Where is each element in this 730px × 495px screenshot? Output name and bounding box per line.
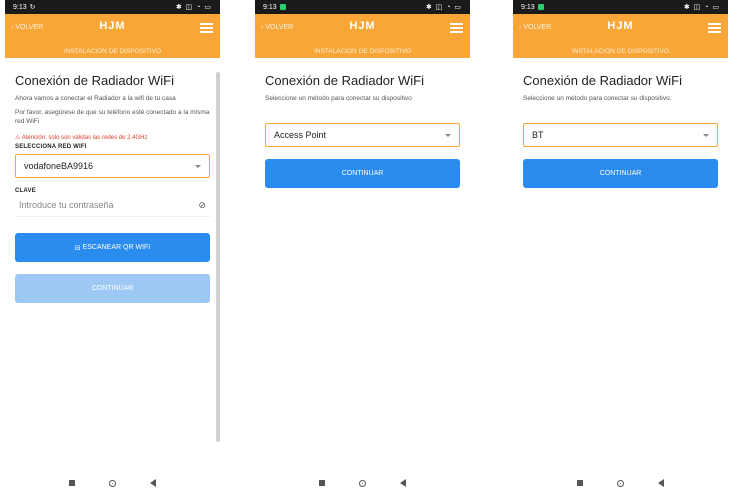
- phone-screen-2: 9:13 ✱ ◫ ◔ ▭ ‹ VOLVER HJM INSTALACIÓN DE …: [255, 0, 470, 495]
- phone-screen-3: 9:13 ✱ ◫ ◔ ▭ ‹ VOLVER HJM INSTALACIÓN DE …: [513, 0, 728, 495]
- status-icons: ✱ ◫ ◔ ▭: [175, 4, 212, 11]
- system-nav-bar: [5, 471, 220, 495]
- page-title: Conexión de Radiador WiFi: [265, 73, 424, 88]
- dropdown-caret-icon: [195, 164, 201, 168]
- menu-icon[interactable]: [200, 21, 213, 35]
- app-header: ‹ VOLVER HJM INSTALACIÓN DE DISPOSITIVO: [255, 14, 470, 58]
- page-title: Conexión de Radiador WiFi: [523, 73, 682, 88]
- status-icons: ✱ ◫ ◔ ▭: [425, 4, 462, 11]
- wifi-select-label: SELECCIONA RED WIFI: [15, 144, 87, 150]
- qr-scan-icon: ⊟: [74, 244, 83, 252]
- status-time: 9:13: [263, 3, 277, 11]
- notification-icon: [279, 4, 286, 10]
- warning-text: ⚠ Atención: solo son válidas las redes d…: [15, 135, 148, 141]
- status-icons-left: ↻: [29, 4, 36, 11]
- intro-text: Ahora vamos a conectar el Radiador a la …: [15, 95, 176, 102]
- continue-button[interactable]: CONTINUAR: [523, 159, 718, 188]
- logo: HJM: [607, 20, 634, 32]
- continue-button[interactable]: CONTINUAR: [265, 159, 460, 188]
- status-time: 9:13: [521, 3, 535, 11]
- continue-button[interactable]: CONTINUAR: [15, 274, 210, 303]
- status-bar: 9:13 ✱ ◫ ◔ ▭: [513, 0, 728, 14]
- same-network-text: Por favor, asegúrese de que su teléfono …: [15, 109, 210, 125]
- nav-recents-icon[interactable]: [319, 480, 325, 486]
- nav-recents-icon[interactable]: [577, 480, 583, 486]
- nav-home-icon[interactable]: [109, 479, 116, 487]
- menu-icon[interactable]: [708, 21, 721, 35]
- nav-home-icon[interactable]: [359, 479, 366, 487]
- scan-qr-wifi-button[interactable]: ⊟ ESCANEAR QR WIFI: [15, 233, 210, 262]
- connection-method-select[interactable]: BT: [523, 123, 718, 147]
- logo: HJM: [349, 20, 376, 32]
- connection-method-select[interactable]: Access Point: [265, 123, 460, 147]
- nav-recents-icon[interactable]: [69, 480, 75, 486]
- page-title: Conexión de Radiador WiFi: [15, 73, 174, 88]
- connection-method-value: BT: [532, 130, 544, 140]
- status-icons: ✱ ◫ ◔ ▭: [683, 4, 720, 11]
- wifi-network-value: vodafoneBA9916: [24, 161, 94, 171]
- system-nav-bar: [255, 471, 470, 495]
- section-subtitle: INSTALACIÓN DE DISPOSITIVO: [63, 48, 162, 55]
- dropdown-caret-icon: [445, 133, 451, 137]
- app-header: ‹ VOLVER HJM INSTALACIÓN DE DISPOSITIVO: [513, 14, 728, 58]
- status-time: 9:13: [13, 3, 27, 11]
- instruction-text: Seleccione un método para conectar su di…: [265, 95, 412, 102]
- wifi-network-select[interactable]: vodafoneBA9916: [15, 154, 210, 178]
- warning-icon: ⚠: [15, 135, 22, 141]
- connection-method-value: Access Point: [274, 130, 327, 140]
- nav-back-icon[interactable]: [150, 479, 156, 487]
- menu-icon[interactable]: [450, 21, 463, 35]
- section-subtitle: INSTALACIÓN DE DISPOSITIVO: [571, 48, 670, 55]
- status-bar: 9:13 ✱ ◫ ◔ ▭: [255, 0, 470, 14]
- scrollbar[interactable]: [216, 72, 220, 442]
- instruction-text: Seleccione un método para conectar su di…: [523, 95, 672, 102]
- nav-back-icon[interactable]: [658, 479, 664, 487]
- phone-screen-1: 9:13 ↻ ✱ ◫ ◔ ▭ ‹ VOLVER HJM INSTALACIÓN DE…: [5, 0, 220, 495]
- app-header: ‹ VOLVER HJM INSTALACIÓN DE DISPOSITIVO: [5, 14, 220, 58]
- nav-home-icon[interactable]: [617, 479, 624, 487]
- system-nav-bar: [513, 471, 728, 495]
- eye-off-icon[interactable]: ⊘: [198, 200, 206, 211]
- status-bar: 9:13 ↻ ✱ ◫ ◔ ▭: [5, 0, 220, 14]
- password-field[interactable]: Introduce tu contraseña ⊘: [15, 194, 210, 217]
- logo: HJM: [99, 20, 126, 32]
- notification-icon: [537, 4, 544, 10]
- nav-back-icon[interactable]: [400, 479, 406, 487]
- section-subtitle: INSTALACIÓN DE DISPOSITIVO: [313, 48, 412, 55]
- password-placeholder: Introduce tu contraseña: [19, 200, 114, 210]
- dropdown-caret-icon: [703, 133, 709, 137]
